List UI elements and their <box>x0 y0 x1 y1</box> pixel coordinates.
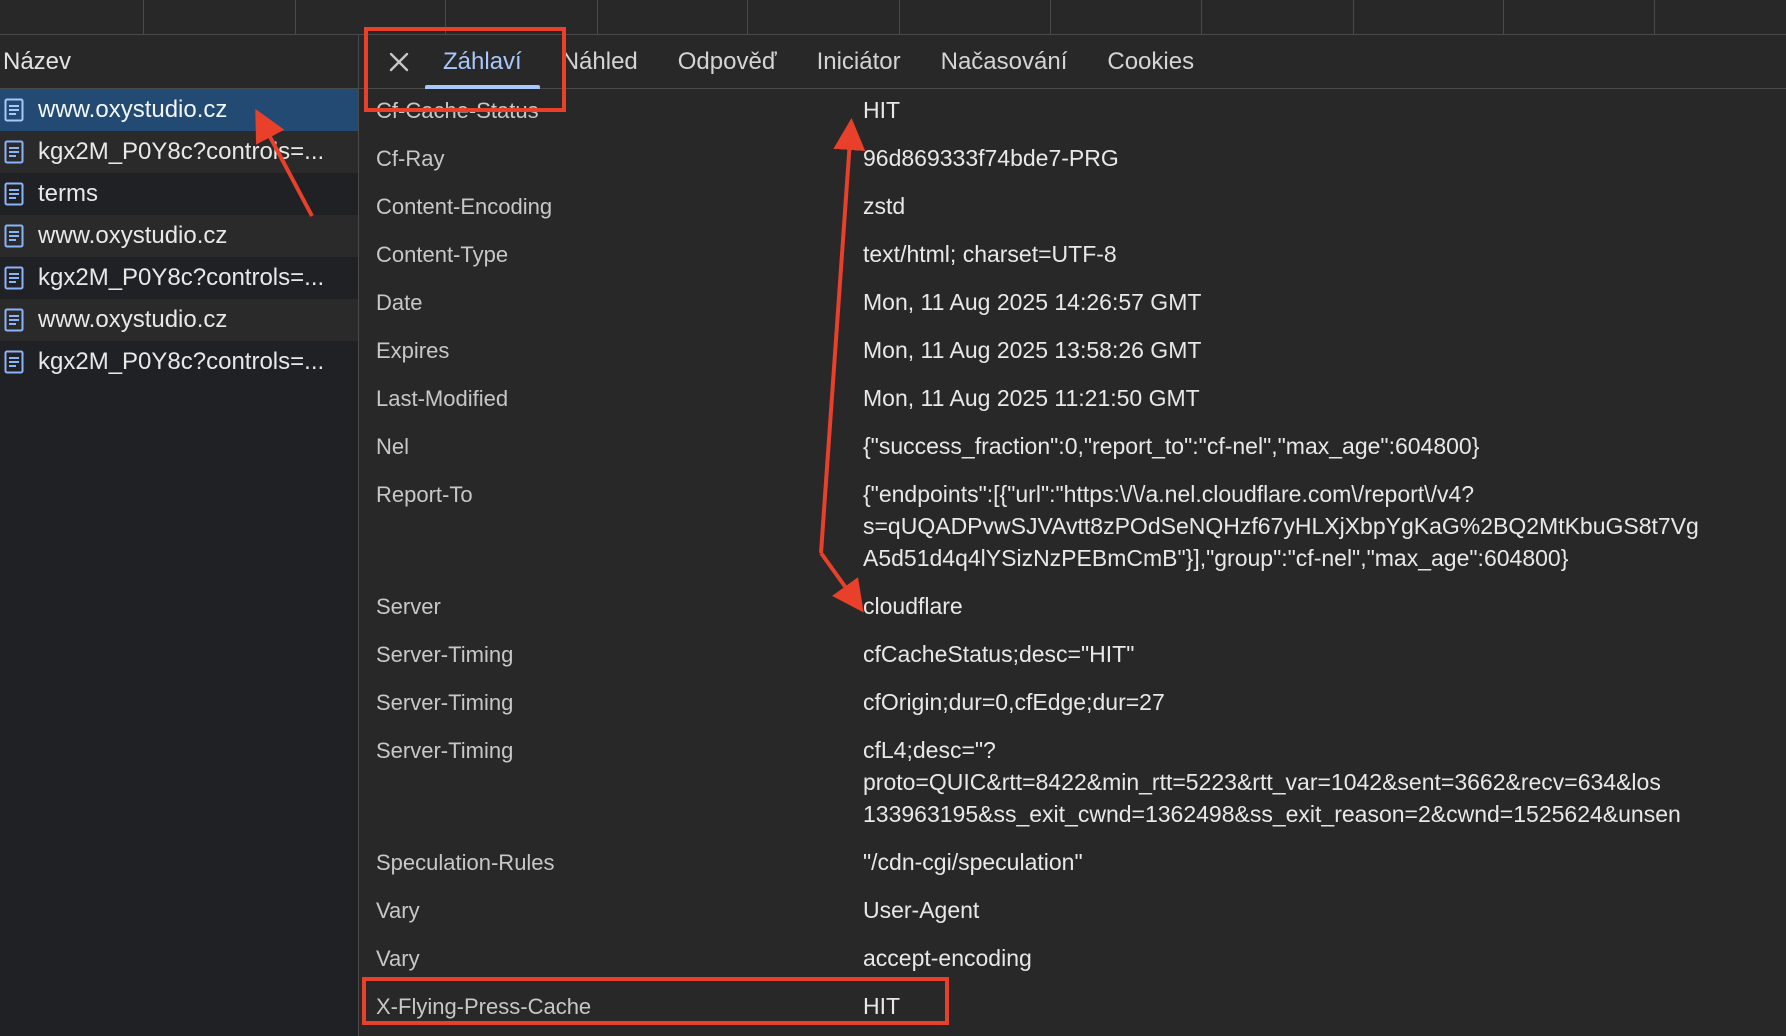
request-details-panel: Záhlaví Náhled Odpověď Iniciátor Načasování C… <box>359 35 1786 1036</box>
document-icon <box>4 350 24 374</box>
header-row: Last-Modified Mon, 11 Aug 2025 11:21:50 G… <box>359 377 1786 425</box>
request-list-panel: Název www.oxystudio.cz kgx2M_P0Y8c?contro… <box>0 35 359 1036</box>
header-row: Server-Timing cfOrigin;dur=0,cfEdge;dur=2… <box>359 681 1786 729</box>
document-icon <box>4 266 24 290</box>
header-row: Expires Mon, 11 Aug 2025 13:58:26 GMT <box>359 329 1786 377</box>
header-row: Speculation-Rules "/cdn-cgi/speculation" <box>359 841 1786 889</box>
header-value[interactable]: "/cdn-cgi/speculation" <box>863 841 1786 889</box>
header-name: Nel <box>376 434 410 459</box>
header-row: Report-To {"endpoints":[{"url":"https:\/\… <box>359 473 1786 585</box>
timeline-tick <box>899 0 900 34</box>
tab-0[interactable]: Záhlaví <box>423 35 542 89</box>
request-row[interactable]: kgx2M_P0Y8c?controls=... <box>0 341 358 383</box>
header-value[interactable]: {"success_fraction":0,"report_to":"cf-ne… <box>863 425 1786 473</box>
header-row: Vary accept-encoding <box>359 937 1786 985</box>
request-name: www.oxystudio.cz <box>38 222 228 249</box>
header-row: Server-Timing cfCacheStatus;desc="HIT" <box>359 633 1786 681</box>
header-name: Cf-Ray <box>376 146 445 171</box>
header-value[interactable]: User-Agent <box>863 889 1786 937</box>
header-value[interactable]: cfOrigin;dur=0,cfEdge;dur=27 <box>863 681 1786 729</box>
tab-5[interactable]: Cookies <box>1087 35 1214 88</box>
header-name: Server-Timing <box>376 738 514 763</box>
header-value[interactable]: Mon, 11 Aug 2025 14:26:57 GMT <box>863 281 1786 329</box>
header-row: Server cloudflare <box>359 585 1786 633</box>
header-value[interactable]: cfL4;desc="? proto=QUIC&rtt=8422&min_rtt… <box>863 729 1786 841</box>
timeline-tick <box>1050 0 1051 34</box>
timeline-tick <box>143 0 144 34</box>
header-value[interactable]: HIT <box>863 89 1786 137</box>
header-value[interactable]: HIT <box>863 985 1786 1033</box>
header-name: Server-Timing <box>376 690 514 715</box>
timeline-tick <box>445 0 446 34</box>
document-icon <box>4 140 24 164</box>
request-row[interactable]: www.oxystudio.cz <box>0 299 358 341</box>
request-list: www.oxystudio.cz kgx2M_P0Y8c?controls=...… <box>0 89 358 383</box>
header-row: Date Mon, 11 Aug 2025 14:26:57 GMT <box>359 281 1786 329</box>
header-name: Expires <box>376 338 450 363</box>
document-icon <box>4 224 24 248</box>
request-row[interactable]: kgx2M_P0Y8c?controls=... <box>0 131 358 173</box>
request-name: kgx2M_P0Y8c?controls=... <box>38 138 325 165</box>
timeline-tick <box>295 0 296 34</box>
timeline-tick <box>747 0 748 34</box>
timeline-tick <box>1503 0 1504 34</box>
request-name: terms <box>38 180 98 207</box>
header-row: Server-Timing cfL4;desc="? proto=QUIC&rtt… <box>359 729 1786 841</box>
header-value[interactable]: cfCacheStatus;desc="HIT" <box>863 633 1786 681</box>
header-row: Vary User-Agent <box>359 889 1786 937</box>
document-icon <box>4 308 24 332</box>
header-row: Content-Type text/html; charset=UTF-8 <box>359 233 1786 281</box>
header-row: Cf-Cache-Status HIT <box>359 89 1786 137</box>
header-name: Content-Encoding <box>376 194 553 219</box>
header-name: Date <box>376 290 423 315</box>
details-tabs: Záhlaví Náhled Odpověď Iniciátor Načasování C… <box>359 35 1786 89</box>
request-row[interactable]: www.oxystudio.cz <box>0 89 358 131</box>
header-value[interactable]: text/html; charset=UTF-8 <box>863 233 1786 281</box>
request-name: kgx2M_P0Y8c?controls=... <box>38 348 325 375</box>
header-value[interactable]: 96d869333f74bde7-PRG <box>863 137 1786 185</box>
header-value[interactable]: {"endpoints":[{"url":"https:\/\/a.nel.cl… <box>863 473 1786 585</box>
header-name: Content-Type <box>376 242 509 267</box>
header-name: Cf-Cache-Status <box>376 98 539 123</box>
header-name: Report-To <box>376 482 473 507</box>
tab-3[interactable]: Iniciátor <box>797 35 921 88</box>
timeline-strip <box>0 0 1786 35</box>
name-column-header[interactable]: Název <box>0 35 358 89</box>
header-name: Vary <box>376 898 420 923</box>
document-icon <box>4 98 24 122</box>
header-value[interactable]: Mon, 11 Aug 2025 11:21:50 GMT <box>863 377 1786 425</box>
header-row: X-Flying-Press-Cache HIT <box>359 985 1786 1033</box>
timeline-tick <box>597 0 598 34</box>
request-row[interactable]: kgx2M_P0Y8c?controls=... <box>0 257 358 299</box>
request-name: kgx2M_P0Y8c?controls=... <box>38 264 325 291</box>
header-row: Content-Encoding zstd <box>359 185 1786 233</box>
header-name: Last-Modified <box>376 386 509 411</box>
timeline-tick <box>1353 0 1354 34</box>
header-value[interactable]: accept-encoding <box>863 937 1786 985</box>
header-row: Cf-Ray 96d869333f74bde7-PRG <box>359 137 1786 185</box>
tab-4[interactable]: Načasování <box>921 35 1088 88</box>
header-value[interactable]: cloudflare <box>863 585 1786 633</box>
timeline-tick <box>1654 0 1655 34</box>
request-row[interactable]: www.oxystudio.cz <box>0 215 358 257</box>
request-row[interactable]: terms <box>0 173 358 215</box>
header-name: Server-Timing <box>376 642 514 667</box>
header-row: Nel {"success_fraction":0,"report_to":"cf… <box>359 425 1786 473</box>
header-value[interactable]: zstd <box>863 185 1786 233</box>
request-name: www.oxystudio.cz <box>38 306 228 333</box>
document-icon <box>4 182 24 206</box>
header-value[interactable]: Mon, 11 Aug 2025 13:58:26 GMT <box>863 329 1786 377</box>
response-headers-list: Cf-Cache-Status HIT Cf-Ray 96d869333f74bde7… <box>359 89 1786 1033</box>
header-name: Vary <box>376 946 420 971</box>
tab-2[interactable]: Odpověď <box>658 35 797 88</box>
header-name: X-Flying-Press-Cache <box>376 994 592 1019</box>
request-name: www.oxystudio.cz <box>38 96 228 123</box>
tab-1[interactable]: Náhled <box>542 35 658 88</box>
timeline-tick <box>1201 0 1202 34</box>
header-name: Server <box>376 594 441 619</box>
close-icon[interactable] <box>375 35 423 88</box>
header-name: Speculation-Rules <box>376 850 555 875</box>
